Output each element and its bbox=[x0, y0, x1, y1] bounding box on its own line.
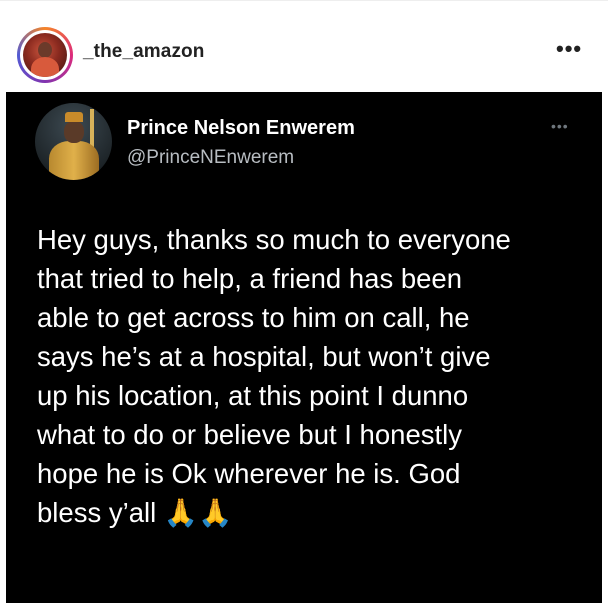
more-options-icon[interactable]: ••• bbox=[556, 38, 582, 60]
avatar-ring-gap bbox=[20, 30, 70, 80]
avatar-body bbox=[31, 57, 59, 77]
instagram-post-header: _the_amazon ••• bbox=[0, 0, 608, 93]
tweet-more-icon[interactable]: ••• bbox=[551, 119, 569, 133]
tweet-author-name[interactable]: Prince Nelson Enwerem bbox=[127, 117, 355, 140]
instagram-avatar[interactable] bbox=[17, 27, 73, 83]
avatar-photo bbox=[23, 33, 67, 77]
avatar-robe bbox=[49, 141, 99, 180]
instagram-username[interactable]: _the_amazon bbox=[83, 41, 204, 63]
tweet-card: Prince Nelson Enwerem @PrinceNEnwerem ••… bbox=[6, 92, 602, 603]
avatar-face bbox=[64, 121, 84, 143]
avatar-crown bbox=[65, 112, 83, 122]
avatar-face bbox=[38, 42, 52, 58]
screenshot-frame: _the_amazon ••• Prince Nelson Enwerem @P… bbox=[0, 0, 608, 603]
tweet-author-avatar[interactable] bbox=[35, 103, 112, 180]
tweet-text: Hey guys, thanks so much to everyone tha… bbox=[37, 224, 511, 528]
tweet-author-handle[interactable]: @PrinceNEnwerem bbox=[127, 147, 294, 169]
